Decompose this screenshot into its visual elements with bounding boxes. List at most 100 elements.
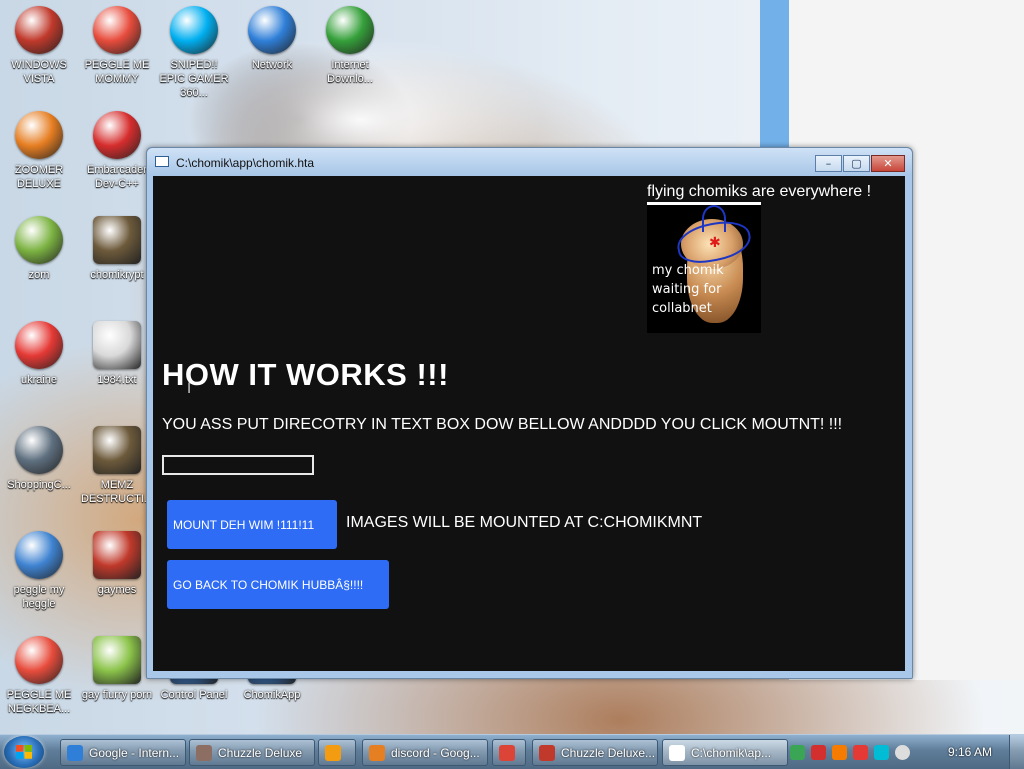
- devcpp-icon: [93, 111, 141, 159]
- taskbar-item[interactable]: C:\chomik\ap...: [662, 739, 788, 766]
- chomik-app-window[interactable]: C:\chomik\app\chomik.hta – ▢ ✕ flying ch…: [146, 147, 913, 679]
- desktop-icon-label: ShoppingC...: [7, 479, 71, 491]
- text-file-icon: [93, 321, 141, 369]
- hamster-red-mark: ✱: [709, 235, 721, 251]
- desktop-icon-label: ZOOMER DELUXE: [14, 164, 64, 190]
- taskbar-item-label: Google - Intern...: [89, 745, 180, 760]
- desktop-icon-label: Network: [251, 59, 293, 71]
- window-title: C:\chomik\app\chomik.hta: [176, 156, 315, 170]
- taskbar-item-label: C:\chomik\ap...: [691, 745, 772, 760]
- desktop-icon[interactable]: peggle my heggle: [2, 531, 76, 611]
- mount-location-note: IMAGES WILL BE MOUNTED AT C:CHOMIKMNT: [346, 514, 703, 531]
- desktop-icon-label: PEGGLE ME MOMMY: [84, 59, 150, 85]
- maximize-button[interactable]: ▢: [843, 155, 870, 172]
- flash-icon: [15, 426, 63, 474]
- peggle-icon: [15, 636, 63, 684]
- peggle-icon: [93, 6, 141, 54]
- app-content: flying chomiks are everywhere ! ✱ my cho…: [153, 176, 905, 671]
- toilet-icon: [15, 6, 63, 54]
- desktop-icon[interactable]: Network: [235, 6, 309, 72]
- clock-doc-icon: [93, 426, 141, 474]
- hamster-caption: my chomik waiting for collabnet: [652, 263, 724, 316]
- mount-button[interactable]: MOUNT DEH WIM !111!11: [167, 500, 337, 549]
- desktop-icon[interactable]: SNIPED!! EPIC GAMER 360...: [157, 6, 231, 100]
- desktop-icon[interactable]: ZOOMER DELUXE: [2, 111, 76, 191]
- desktop-icon-label: PEGGLE ME NEGKBEA...: [6, 689, 72, 715]
- tray-flag-icon[interactable]: [853, 745, 868, 760]
- windows-logo-icon: [16, 745, 32, 759]
- window-titlebar[interactable]: C:\chomik\app\chomik.hta – ▢ ✕: [147, 148, 912, 176]
- system-tray: [790, 739, 910, 766]
- discord-icon: [369, 744, 385, 761]
- desktop-icon-label: Internet Downlo...: [327, 59, 373, 85]
- desktop-icon[interactable]: WINDOWS VISTA: [2, 6, 76, 86]
- download-globe-icon: [326, 6, 374, 54]
- skype-icon: [170, 6, 218, 54]
- desktop-icon[interactable]: PEGGLE ME NEGKBEA...: [2, 636, 76, 716]
- chrome-icon: [499, 744, 515, 761]
- chuzzle-icon: [539, 744, 555, 761]
- taskbar-clock[interactable]: 9:16 AM: [948, 745, 992, 759]
- desktop-icon-label: gaymes: [97, 584, 137, 596]
- back-to-hub-button[interactable]: GO BACK TO CHOMIK HUBBÂ§!!!!: [167, 560, 389, 609]
- chuzzle-icon: [196, 744, 212, 761]
- radiation-icon: [15, 321, 63, 369]
- desktop-icon[interactable]: ukraine: [2, 321, 76, 387]
- instruction-text: YOU ASS PUT DIRECOTRY IN TEXT BOX DOW BE…: [162, 416, 843, 433]
- text-cursor-icon: Ⅰ: [187, 381, 192, 397]
- taskbar-item-label: Chuzzle Deluxe: [218, 745, 303, 760]
- start-button[interactable]: [4, 736, 44, 768]
- desktop-icon-label: zom: [28, 269, 50, 281]
- minimize-button[interactable]: –: [815, 155, 842, 172]
- taskbar-item[interactable]: [492, 739, 526, 766]
- network-globe-icon: [248, 6, 296, 54]
- tray-network-icon[interactable]: [790, 745, 805, 760]
- media-player-icon: [325, 744, 341, 761]
- desktop-icon-label: gay fiurry porn: [81, 689, 153, 701]
- desktop-icon-label: ukraine: [20, 374, 58, 386]
- close-button[interactable]: ✕: [871, 155, 905, 172]
- hamster-box-icon: [93, 636, 141, 684]
- taskbar-item[interactable]: [318, 739, 356, 766]
- clock-doc-icon: [93, 216, 141, 264]
- desktop-icon-label: ChomikApp: [243, 689, 301, 701]
- desktop-icon[interactable]: gaymes: [80, 531, 154, 597]
- desktop-icon-label: MEMZ DESTRUCTI...: [80, 479, 154, 505]
- tray-search-icon[interactable]: [832, 745, 847, 760]
- desktop-icon[interactable]: 1984.txt: [80, 321, 154, 387]
- tray-display-icon[interactable]: [874, 745, 889, 760]
- desktop-icon-label: Embarcader Dev-C++: [87, 164, 147, 190]
- directory-input[interactable]: [162, 455, 314, 475]
- hamster-scribble-ear: [702, 205, 726, 232]
- show-desktop-button[interactable]: [1009, 735, 1024, 769]
- taskbar-item[interactable]: Chuzzle Deluxe...: [532, 739, 658, 766]
- desktop-icon[interactable]: Internet Downlo...: [313, 6, 387, 86]
- taskbar-item[interactable]: Chuzzle Deluxe: [189, 739, 315, 766]
- desktop-icon-label: peggle my heggle: [13, 584, 65, 610]
- taskbar: Google - Intern... Chuzzle Deluxe discord …: [0, 734, 1024, 769]
- zuma-icon: [15, 111, 63, 159]
- desktop-icon-label: Control Panel: [160, 689, 228, 701]
- flying-chomiks-caption: flying chomiks are everywhere !: [647, 183, 872, 200]
- taskbar-item[interactable]: discord - Goog...: [362, 739, 488, 766]
- desktop-icon[interactable]: PEGGLE ME MOMMY: [80, 6, 154, 86]
- taskbar-item-label: Chuzzle Deluxe...: [561, 745, 656, 760]
- desktop-icon[interactable]: Embarcader Dev-C++: [80, 111, 154, 191]
- desktop-icon[interactable]: ShoppingC...: [2, 426, 76, 492]
- tray-antivirus-icon[interactable]: [811, 745, 826, 760]
- ie-icon: [67, 744, 83, 761]
- media-folder-icon: [93, 531, 141, 579]
- peggle-icon: [15, 531, 63, 579]
- desktop-icon-label: SNIPED!! EPIC GAMER 360...: [159, 59, 229, 99]
- taskbar-item[interactable]: Google - Intern...: [60, 739, 186, 766]
- taskbar-item-label: discord - Goog...: [391, 745, 480, 760]
- desktop-icon[interactable]: chomikrypt: [80, 216, 154, 282]
- window-app-icon: [155, 156, 169, 167]
- desktop-icon[interactable]: gay fiurry porn: [80, 636, 154, 702]
- desktop-icon[interactable]: zom: [2, 216, 76, 282]
- tray-volume-icon[interactable]: [895, 745, 910, 760]
- flower-icon: [15, 216, 63, 264]
- desktop-icon-label: WINDOWS VISTA: [11, 59, 67, 85]
- desktop-icon-label: chomikrypt: [90, 269, 144, 281]
- desktop-icon[interactable]: MEMZ DESTRUCTI...: [80, 426, 154, 506]
